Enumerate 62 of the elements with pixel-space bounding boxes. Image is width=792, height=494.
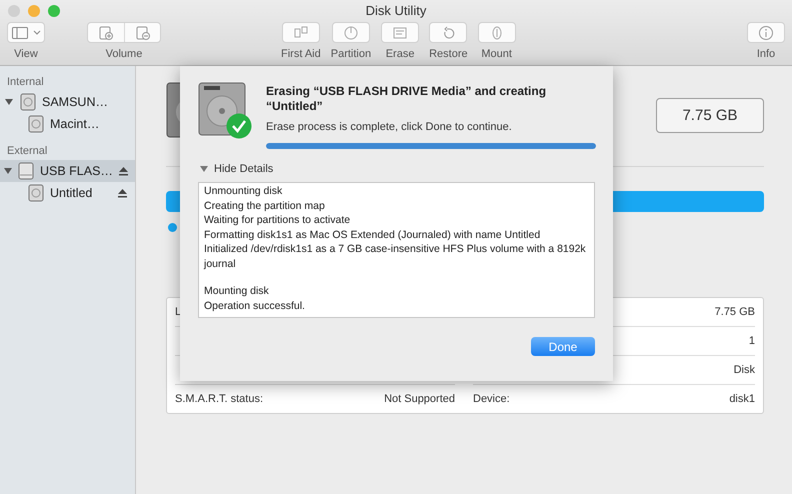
section-heading: Internal [6, 75, 45, 90]
minimize-button[interactable] [28, 5, 40, 17]
info-label: L [175, 306, 182, 318]
window-title: Disk Utility [366, 3, 426, 18]
remove-volume-icon [134, 24, 150, 40]
sidebar-item[interactable]: Untitled [0, 182, 135, 204]
toolbar-label: Info [756, 48, 776, 60]
partition-button[interactable] [332, 22, 370, 43]
disk-label: Untitled [50, 186, 94, 200]
sidebar-item[interactable]: Macint… [0, 113, 135, 135]
toolbar-label: Restore [429, 48, 468, 60]
log-line: Waiting for partitions to activate [204, 213, 352, 228]
info-value: Disk [734, 364, 755, 376]
sidebar-icon [11, 26, 29, 40]
erase-button[interactable] [381, 22, 420, 43]
toolbar-label: Erase [386, 48, 414, 60]
toolbar-label: Volume [106, 48, 142, 60]
info-value: disk1 [729, 393, 755, 405]
sidebar-item[interactable]: SAMSUN… [0, 91, 135, 113]
sidebar-item[interactable]: USB FLAS… [0, 160, 135, 182]
log-line: Formatting disk1s1 as Mac OS Extended (Journaled) with name Untitled [204, 228, 542, 242]
pie-icon [342, 26, 359, 40]
capacity-display: 7.75 GB [656, 98, 764, 133]
disk-label: USB FLAS… [40, 164, 113, 178]
restore-icon [441, 26, 456, 40]
disk-label: SAMSUN… [42, 95, 109, 109]
mount-icon [490, 26, 504, 40]
erase-icon [392, 26, 408, 40]
log-line: Mounting disk [204, 284, 270, 298]
info-label: Device: [473, 393, 510, 405]
info-value: 7.75 GB [714, 306, 755, 318]
info-value: 1 [748, 335, 755, 347]
section-heading: External [6, 144, 48, 159]
stethoscope-icon [292, 26, 310, 40]
log-line: Operation successful. [204, 298, 306, 313]
mount-button[interactable] [478, 22, 516, 43]
info-label: S.M.A.R.T. status: [175, 393, 264, 405]
disclosure-triangle-icon [200, 165, 208, 173]
toolbar-label: First Aid [281, 48, 321, 60]
toolbar-label: Mount [481, 48, 512, 60]
usage-dot [168, 223, 177, 232]
eject-icon[interactable] [118, 166, 128, 176]
checkmark-icon [226, 113, 252, 139]
dialog-title: Erasing “USB FLASH DRIVE Media” and creating “Untitled” [266, 84, 548, 114]
restore-button[interactable] [429, 22, 468, 43]
toolbar-label: Partition [330, 48, 372, 60]
info-button[interactable] [747, 22, 785, 43]
log-line: Initialized /dev/rdisk1s1 as a 7 GB case-insensitive HFS Plus volume with a 8192k journal [204, 242, 587, 271]
firstaid-button[interactable] [282, 22, 320, 43]
info-value: Not Supported [384, 393, 455, 405]
view-button[interactable] [7, 22, 45, 43]
details-toggle[interactable]: Hide Details [200, 163, 595, 175]
log-line: Unmounting disk [204, 184, 284, 198]
info-icon [758, 24, 774, 40]
toolbar-label: View [14, 48, 38, 60]
eject-icon[interactable] [118, 188, 127, 198]
disk-label: Macint… [50, 117, 100, 131]
add-volume-icon [98, 24, 114, 40]
chevron-icon [33, 30, 41, 35]
log-line: Creating the partition map [204, 198, 326, 213]
status-message: Erase process is complete, click Done to continue. [266, 121, 513, 133]
zoom-button[interactable] [48, 5, 60, 17]
